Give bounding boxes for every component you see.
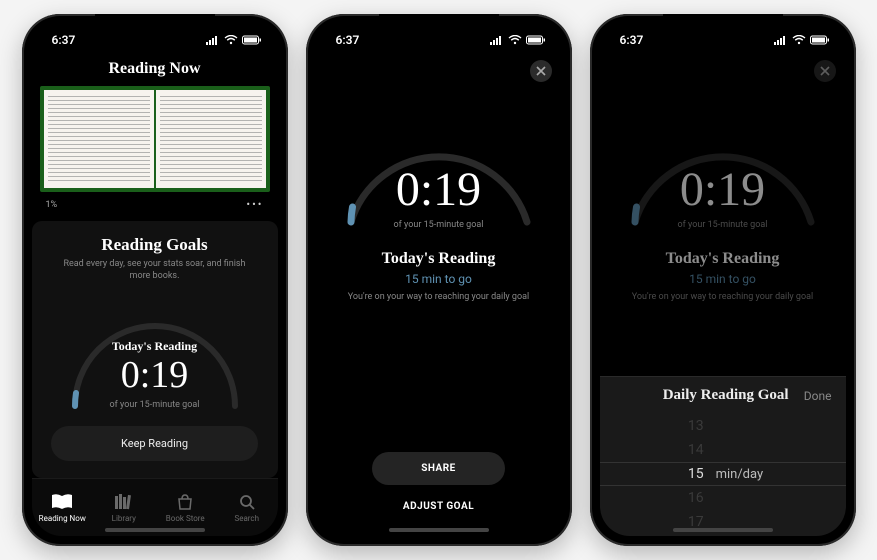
page-title: Reading Now [32, 56, 278, 86]
signal-icon [206, 35, 220, 45]
gauge-subtitle: of your 15-minute goal [394, 220, 484, 230]
book-row [32, 86, 278, 192]
battery-icon [242, 35, 262, 45]
gauge-time: 0:19 [396, 166, 481, 214]
keep-reading-button[interactable]: Keep Reading [51, 426, 259, 461]
encouragement-text: You're on your way to reaching your dail… [632, 292, 813, 302]
content-detail: 0:19 of your 15-minute goal Today's Read… [316, 56, 562, 536]
status-time: 6:37 [620, 33, 644, 47]
gauge-time: 0:19 [680, 166, 765, 214]
gauge-subtitle: of your 15-minute goal [110, 400, 200, 410]
picker-wheel[interactable]: 13 14 15 16 17 min/day [600, 412, 846, 536]
picker-option-selected[interactable]: 15 [688, 464, 704, 484]
phone-frame-2: 6:37 0:19 of your 15-minute goal [306, 14, 572, 546]
tab-label: Library [112, 514, 136, 523]
encouragement-text: You're on your way to reaching your dail… [348, 292, 529, 302]
notch [379, 14, 499, 36]
notch [663, 14, 783, 36]
status-time: 6:37 [52, 33, 76, 47]
tab-label: Search [234, 514, 259, 523]
phone-frame-3: 6:37 0:19 of your 15-minute goal [590, 14, 856, 546]
screen-goal-detail: 6:37 0:19 of your 15-minute goal [316, 24, 562, 536]
close-icon [820, 66, 830, 76]
book-progress-row: 1% ••• [32, 192, 278, 221]
reading-gauge-large: 0:19 of your 15-minute goal [329, 92, 549, 232]
picker-unit-label: min/day [716, 467, 764, 482]
adjust-goal-button[interactable]: ADJUST GOAL [403, 495, 474, 522]
tab-label: Reading Now [39, 514, 86, 523]
screen-reading-now: 6:37 Reading Now [32, 24, 278, 536]
signal-icon [774, 35, 788, 45]
battery-icon [810, 35, 830, 45]
picker-header: Daily Reading Goal Done [600, 377, 846, 412]
home-indicator [389, 528, 489, 532]
book-open-icon [51, 493, 73, 511]
book-page-left [44, 90, 154, 188]
goals-subtitle: Read every day, see your stats soar, and… [55, 259, 255, 282]
goal-picker-panel: Daily Reading Goal Done 13 14 15 16 17 m… [600, 376, 846, 536]
remaining-label: 15 min to go [689, 272, 756, 286]
gauge-time: 0:19 [121, 356, 189, 394]
reading-gauge[interactable]: Today's Reading 0:19 of your 15-minute g… [55, 296, 255, 412]
share-button[interactable]: SHARE [372, 452, 505, 485]
more-icon[interactable]: ••• [246, 198, 263, 211]
reading-goals-section: Reading Goals Read every day, see your s… [32, 221, 278, 478]
gauge-inner: Today's Reading 0:19 of your 15-minute g… [55, 296, 255, 412]
content-main: Reading Now 1% ••• Reading Goals Read ev… [32, 56, 278, 478]
wifi-icon [508, 35, 522, 45]
close-icon [536, 66, 546, 76]
library-icon [113, 493, 135, 511]
screen-goal-picker: 6:37 0:19 of your 15-minute goal [600, 24, 846, 536]
bag-icon [174, 493, 196, 511]
action-buttons: SHARE ADJUST GOAL [316, 452, 562, 522]
today-reading-label: Today's Reading [112, 339, 197, 354]
search-icon [236, 493, 258, 511]
done-button[interactable]: Done [804, 389, 832, 403]
home-indicator [673, 528, 773, 532]
today-reading-title: Today's Reading [666, 250, 780, 268]
notch [95, 14, 215, 36]
close-button[interactable] [530, 60, 552, 82]
gauge-inner: 0:19 of your 15-minute goal [329, 92, 549, 232]
status-right [206, 35, 262, 45]
wifi-icon [224, 35, 238, 45]
phone-frame-1: 6:37 Reading Now [22, 14, 288, 546]
reading-gauge-large: 0:19 of your 15-minute goal [613, 92, 833, 232]
signal-icon [490, 35, 504, 45]
status-right [774, 35, 830, 45]
gauge-subtitle: of your 15-minute goal [678, 220, 768, 230]
status-right [490, 35, 546, 45]
picker-column-number[interactable]: 13 14 15 16 17 [682, 412, 710, 536]
close-button[interactable] [814, 60, 836, 82]
book-page-right [156, 90, 266, 188]
picker-option[interactable]: 14 [688, 440, 704, 460]
book-progress-percent: 1% [46, 200, 58, 210]
picker-title: Daily Reading Goal [648, 387, 804, 404]
today-reading-title: Today's Reading [382, 250, 496, 268]
tab-reading-now[interactable]: Reading Now [32, 479, 94, 536]
picker-option[interactable]: 13 [688, 416, 704, 436]
tab-label: Book Store [166, 514, 205, 523]
status-time: 6:37 [336, 33, 360, 47]
wifi-icon [792, 35, 806, 45]
tab-search[interactable]: Search [216, 479, 278, 536]
battery-icon [526, 35, 546, 45]
picker-option[interactable]: 16 [688, 488, 704, 508]
goals-title: Reading Goals [101, 235, 207, 255]
remaining-label: 15 min to go [405, 272, 472, 286]
book-cover[interactable] [40, 86, 270, 192]
home-indicator [105, 528, 205, 532]
gauge-inner: 0:19 of your 15-minute goal [613, 92, 833, 232]
